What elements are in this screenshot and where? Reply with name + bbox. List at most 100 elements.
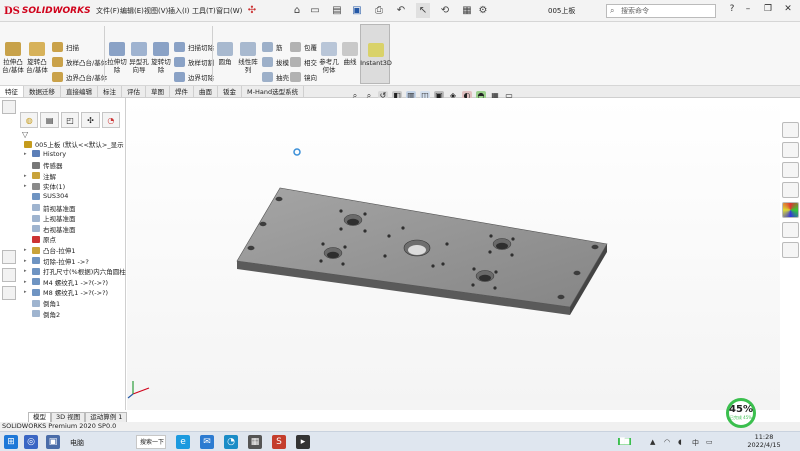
mirror-button[interactable]: 镜向 (290, 72, 317, 82)
lofted-cut-button[interactable]: 放样切割 (174, 57, 214, 67)
undo-icon[interactable]: ↶ (394, 3, 408, 18)
tree-item[interactable]: ▸ M8 螺纹孔1 ->?(->?) (24, 287, 108, 297)
tab-data-migration[interactable]: 数据迁移 (24, 86, 61, 97)
tree-expander-icon[interactable]: ▸ (24, 151, 29, 157)
file-explorer-icon[interactable] (782, 162, 799, 178)
menu-view[interactable]: 视图(V) (144, 6, 168, 16)
design-library-icon[interactable] (782, 142, 799, 158)
shell-button[interactable]: 抽壳 (262, 72, 289, 82)
tab-model[interactable]: 模型 (28, 412, 51, 422)
swept-cut-button[interactable]: 扫描切除 (174, 42, 214, 52)
side-view-icon[interactable] (2, 268, 16, 282)
close-icon[interactable]: ✕ (782, 4, 794, 14)
loft-boss-button[interactable]: 放样凸台/基体 (52, 57, 107, 67)
revolve-cut-button[interactable]: 旋转切除 (150, 42, 172, 74)
wrap-button[interactable]: 包覆 (290, 42, 317, 52)
restore-icon[interactable]: ❐ (762, 4, 774, 14)
tree-expander-icon[interactable]: ▸ (24, 268, 29, 274)
tab-features[interactable]: 特征 (0, 86, 24, 97)
hole-wizard-button[interactable]: 异型孔向导 (128, 42, 150, 74)
solidworks-logo[interactable]: DS SOLIDWORKS (4, 4, 91, 18)
tab-markup[interactable]: 标注 (98, 86, 122, 97)
tree-expander-icon[interactable]: ▸ (24, 183, 29, 189)
search-commands-input[interactable]: ⌕ 搜索命令 (606, 4, 716, 18)
configuration-manager-tab-icon[interactable]: ◰ (60, 112, 80, 128)
options-gear-icon[interactable]: ⚙ (476, 3, 490, 18)
open-icon[interactable]: ▤ (330, 3, 344, 18)
side-display-icon[interactable] (2, 250, 16, 264)
solidworks-taskbar-icon[interactable]: S (272, 435, 286, 449)
weather-widget[interactable]: 电脑 (70, 438, 84, 448)
appearances-icon[interactable] (782, 202, 799, 218)
windows-start-icon[interactable]: ⊞ (4, 435, 18, 449)
tree-item[interactable]: 传感器 (24, 160, 63, 170)
network-icon[interactable]: ▲ (650, 438, 655, 446)
linear-pattern-button[interactable]: 线性阵列 (237, 42, 259, 74)
tree-item[interactable]: ▸ 注解 (24, 171, 56, 181)
boundary-cut-button[interactable]: 边界切除 (174, 72, 214, 82)
draft-button[interactable]: 拔模 (262, 57, 289, 67)
taskbar-search[interactable]: 搜索一下 (136, 435, 166, 449)
solidworks-forum-icon[interactable] (782, 242, 799, 258)
tree-item[interactable]: 倒角2 (24, 309, 60, 319)
graphics-area[interactable] (127, 98, 780, 410)
tree-item[interactable]: 原点 (24, 234, 56, 244)
print-icon[interactable]: ⎙ (372, 3, 386, 18)
menu-window[interactable]: 窗口(W) (216, 6, 242, 16)
property-manager-tab-icon[interactable]: ▤ (40, 112, 59, 128)
tree-item[interactable]: ▸ 凸台-拉伸1 (24, 245, 75, 255)
curves-button[interactable]: 曲线 (340, 42, 360, 66)
app-icon[interactable]: ▸ (296, 435, 310, 449)
solidworks-resources-icon[interactable] (782, 122, 799, 138)
ime-icon[interactable]: 中 (692, 438, 699, 448)
file-explorer-taskbar-icon[interactable]: ▣ (46, 435, 60, 449)
rib-button[interactable]: 筋 (262, 42, 283, 52)
wifi-icon[interactable]: ◠ (664, 438, 670, 446)
clock[interactable]: 11:28 2022/4/15 (744, 433, 784, 449)
tree-item[interactable]: 右视基准面 (24, 224, 76, 234)
tree-expander-icon[interactable]: ▸ (24, 279, 29, 285)
tab-sheet-metal[interactable]: 钣金 (218, 86, 242, 97)
home-icon[interactable]: ⌂ (290, 3, 304, 18)
chat-icon[interactable]: ◔ (224, 435, 238, 449)
edge-icon[interactable]: e (176, 435, 190, 449)
tab-direct-editing[interactable]: 直接编辑 (61, 86, 98, 97)
tree-expander-icon[interactable]: ▸ (24, 258, 29, 264)
tab-sketch[interactable]: 草图 (146, 86, 170, 97)
tab-m-hand[interactable]: M-Hand选型系统 (242, 86, 305, 97)
fillet-button[interactable]: 圆角 (214, 42, 236, 66)
intersect-button[interactable]: 相交 (290, 57, 317, 67)
tree-item[interactable]: ▸ M4 螺纹孔1 ->?(->?) (24, 277, 108, 287)
boundary-boss-button[interactable]: 边界凸台/基体 (52, 72, 107, 82)
instant3d-button[interactable]: Instant3D (360, 24, 392, 84)
display-manager-tab-icon[interactable]: ◔ (101, 112, 121, 128)
help-icon[interactable]: ? (726, 4, 738, 14)
tree-item[interactable]: 005上板 (默认<<默认>_显示 (16, 139, 124, 149)
side-toggle-icon[interactable] (2, 100, 16, 114)
extrude-boss-button[interactable]: 拉伸凸台/基体 (2, 42, 24, 74)
menu-edit[interactable]: 编辑(E) (120, 6, 144, 16)
battery-indicator[interactable]: █▇ (618, 438, 632, 445)
dimxpert-tab-icon[interactable]: ✣ (81, 112, 100, 128)
task-view-icon[interactable]: ◎ (24, 435, 38, 449)
tree-item[interactable]: ▸ 切除-拉伸1 ->? (24, 256, 89, 266)
menu-file[interactable]: 文件(F) (96, 6, 120, 16)
tree-item[interactable]: 上视基准面 (24, 213, 76, 223)
tree-item[interactable]: ▸ 实体(1) (24, 181, 65, 191)
tree-expander-icon[interactable]: ▸ (24, 173, 29, 179)
tree-expander-icon[interactable]: ▸ (24, 247, 29, 253)
feature-manager-tab-icon[interactable]: ◍ (20, 112, 39, 128)
tab-motion-study[interactable]: 运动算例 1 (85, 412, 128, 422)
tree-item[interactable]: ▸ 打孔尺寸(%根据)内六角圆柱 (24, 266, 126, 276)
tree-item[interactable]: ▸ History (24, 150, 66, 158)
tree-item[interactable]: 前视基准面 (24, 203, 76, 213)
menu-tools[interactable]: 工具(T) (192, 6, 216, 16)
file-properties-icon[interactable]: ▦ (460, 3, 474, 18)
volume-icon[interactable]: ◖ (678, 438, 682, 446)
notification-icon[interactable]: ▭ (706, 438, 713, 446)
view-palette-icon[interactable] (782, 182, 799, 198)
save-icon[interactable]: ▣ (350, 3, 364, 18)
reference-geometry-button[interactable]: 参考几何体 (318, 42, 340, 74)
calculator-icon[interactable]: ▦ (248, 435, 262, 449)
filter-icon[interactable]: ▽ (22, 130, 28, 139)
